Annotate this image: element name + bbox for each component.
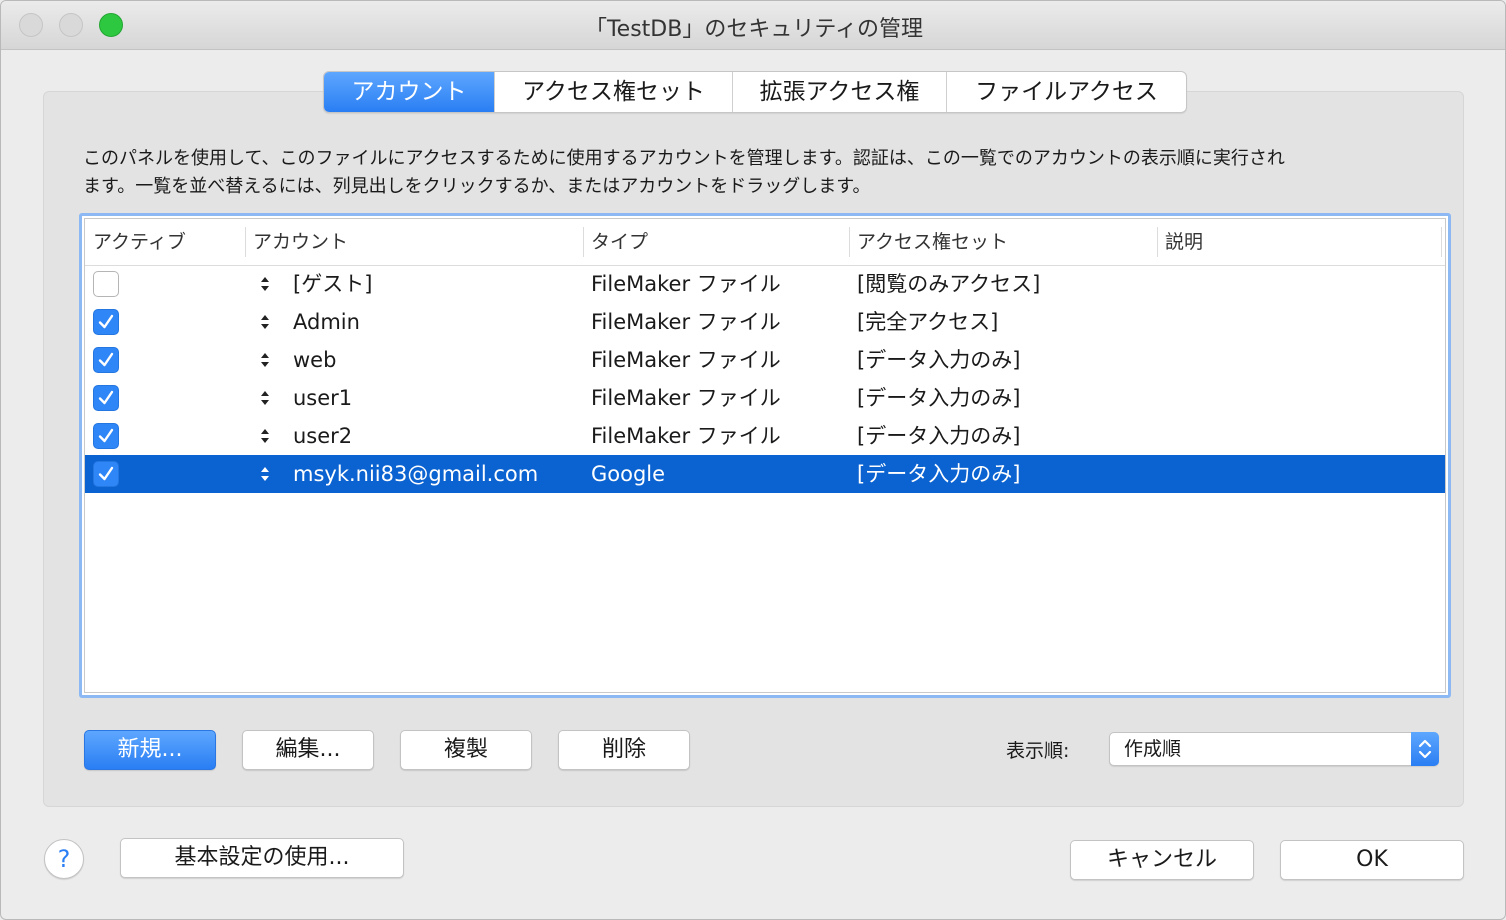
active-checkbox[interactable]: [93, 347, 119, 373]
edit-account-button[interactable]: 編集...: [242, 730, 374, 770]
delete-account-button[interactable]: 削除: [558, 730, 690, 770]
security-dialog: 「TestDB」のセキュリティの管理 アカウント アクセス権セット 拡張アクセス…: [0, 0, 1506, 920]
new-account-button[interactable]: 新規...: [84, 730, 216, 770]
account-name: web: [293, 348, 337, 372]
drag-handle-icon[interactable]: [259, 428, 271, 444]
panel-description: このパネルを使用して、このファイルにアクセスするために使用するアカウントを管理し…: [83, 145, 1453, 201]
column-header-description[interactable]: 説明: [1157, 229, 1437, 255]
checkmark-icon: [98, 428, 114, 443]
sort-order-value: 作成順: [1124, 738, 1182, 760]
account-privilege-set: [データ入力のみ]: [857, 462, 1021, 486]
active-checkbox[interactable]: [93, 385, 119, 411]
account-privilege-set: [閲覧のみアクセス]: [857, 272, 1041, 296]
account-type: FileMaker ファイル: [591, 272, 781, 296]
account-privilege-set: [完全アクセス]: [857, 310, 999, 334]
account-name: [ゲスト]: [293, 272, 373, 296]
tab-extended-privileges[interactable]: 拡張アクセス権: [732, 72, 946, 112]
drag-handle-icon[interactable]: [259, 352, 271, 368]
column-header-active[interactable]: アクティブ: [85, 229, 245, 255]
account-type: FileMaker ファイル: [591, 348, 781, 372]
account-type: FileMaker ファイル: [591, 424, 781, 448]
cancel-button[interactable]: キャンセル: [1070, 840, 1254, 880]
drag-handle-icon[interactable]: [259, 466, 271, 482]
use-preferences-button[interactable]: 基本設定の使用...: [120, 838, 404, 878]
checkmark-icon: [98, 390, 114, 405]
table-row[interactable]: Admin FileMaker ファイル [完全アクセス]: [85, 303, 1445, 341]
title-bar: 「TestDB」のセキュリティの管理: [1, 1, 1505, 50]
account-privilege-set: [データ入力のみ]: [857, 424, 1021, 448]
active-checkbox[interactable]: [93, 271, 119, 297]
account-name: user2: [293, 424, 353, 448]
account-privilege-set: [データ入力のみ]: [857, 348, 1021, 372]
column-header-account[interactable]: アカウント: [245, 229, 583, 255]
tab-accounts[interactable]: アカウント: [324, 72, 494, 112]
column-header-type[interactable]: タイプ: [583, 229, 849, 255]
tab-bar: アカウント アクセス権セット 拡張アクセス権 ファイルアクセス: [323, 71, 1187, 113]
checkmark-icon: [98, 314, 114, 329]
checkmark-icon: [98, 466, 114, 481]
accounts-table: アクティブ アカウント タイプ アクセス権セット 説明 [ゲスト] FileMa…: [79, 213, 1451, 698]
ok-button[interactable]: OK: [1280, 840, 1464, 880]
table-row[interactable]: [ゲスト] FileMaker ファイル [閲覧のみアクセス]: [85, 265, 1445, 303]
checkmark-icon: [98, 352, 114, 367]
table-row-selected[interactable]: msyk.nii83@gmail.com Google [データ入力のみ]: [85, 455, 1445, 493]
account-type: FileMaker ファイル: [591, 310, 781, 334]
account-type: FileMaker ファイル: [591, 386, 781, 410]
tab-privilege-sets[interactable]: アクセス権セット: [494, 72, 732, 112]
duplicate-account-button[interactable]: 複製: [400, 730, 532, 770]
drag-handle-icon[interactable]: [259, 276, 271, 292]
drag-handle-icon[interactable]: [259, 390, 271, 406]
description-line-2: ます。一覧を並べ替えるには、列見出しをクリックするか、またはアカウントをドラッグ…: [83, 176, 871, 197]
active-checkbox[interactable]: [93, 423, 119, 449]
account-name: msyk.nii83@gmail.com: [293, 462, 539, 486]
account-name: Admin: [293, 310, 360, 334]
account-type: Google: [591, 462, 666, 486]
account-privilege-set: [データ入力のみ]: [857, 386, 1021, 410]
tab-file-access[interactable]: ファイルアクセス: [946, 72, 1186, 112]
active-checkbox[interactable]: [93, 309, 119, 335]
active-checkbox[interactable]: [93, 461, 119, 487]
description-line-1: このパネルを使用して、このファイルにアクセスするために使用するアカウントを管理し…: [83, 148, 1285, 169]
column-header-privilege-set[interactable]: アクセス権セット: [849, 229, 1157, 255]
account-name: user1: [293, 386, 353, 410]
select-arrows-icon: [1411, 732, 1439, 766]
sort-order-select[interactable]: 作成順: [1109, 732, 1439, 766]
accounts-table-body: アクティブ アカウント タイプ アクセス権セット 説明 [ゲスト] FileMa…: [84, 218, 1446, 693]
table-row[interactable]: user2 FileMaker ファイル [データ入力のみ]: [85, 417, 1445, 455]
window-title: 「TestDB」のセキュリティの管理: [584, 17, 924, 42]
table-row[interactable]: user1 FileMaker ファイル [データ入力のみ]: [85, 379, 1445, 417]
help-button[interactable]: ?: [44, 839, 84, 879]
column-divider[interactable]: [1441, 227, 1442, 257]
sort-order-label: 表示順:: [1006, 740, 1070, 762]
drag-handle-icon[interactable]: [259, 314, 271, 330]
table-row[interactable]: web FileMaker ファイル [データ入力のみ]: [85, 341, 1445, 379]
table-header: アクティブ アカウント タイプ アクセス権セット 説明: [85, 219, 1445, 266]
